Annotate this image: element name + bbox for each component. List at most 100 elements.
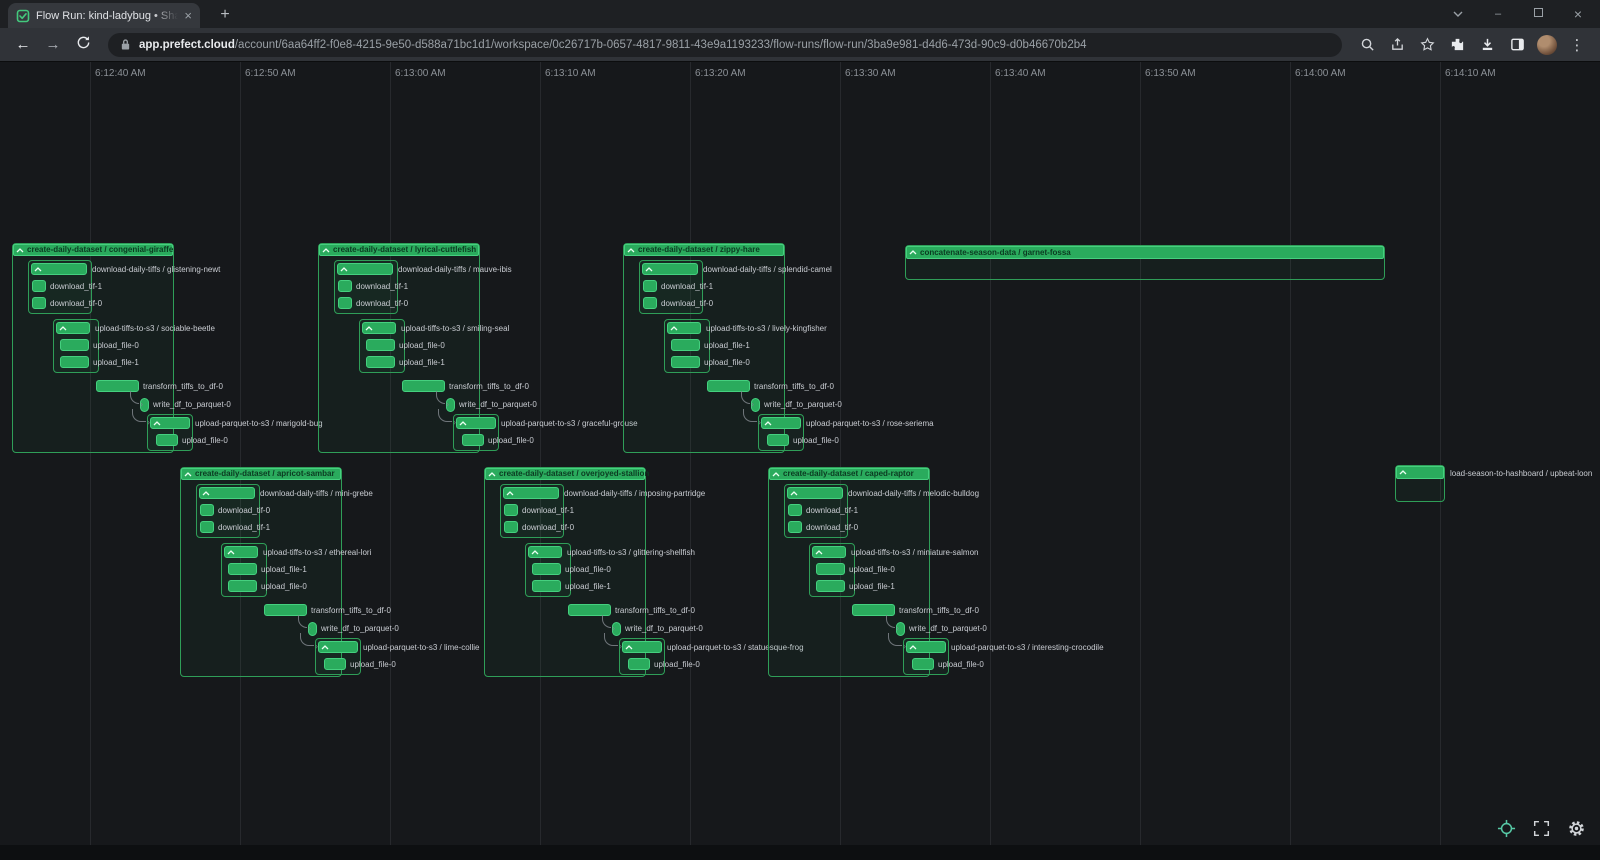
- subgroup-header-bar[interactable]: [31, 263, 87, 275]
- group-header-bar[interactable]: create-daily-dataset / apricot-sambar: [181, 468, 341, 480]
- task-bar[interactable]: [532, 580, 561, 592]
- subgroup-header-bar[interactable]: [199, 487, 255, 499]
- task-label: upload_file-0: [182, 437, 228, 445]
- task-run-group: create-daily-dataset / congenial-giraffe…: [12, 243, 174, 453]
- subgroup-header-bar[interactable]: [503, 487, 559, 499]
- minimize-button[interactable]: –: [1478, 0, 1518, 28]
- task-bar[interactable]: [228, 580, 257, 592]
- task-bar[interactable]: [643, 297, 657, 309]
- group-header-bar[interactable]: create-daily-dataset / zippy-hare: [624, 244, 784, 256]
- task-bar[interactable]: [643, 280, 657, 292]
- dependency-connector: [888, 633, 902, 646]
- reload-button[interactable]: [70, 35, 96, 54]
- subgroup-header-bar[interactable]: [150, 417, 190, 429]
- task-bar[interactable]: [324, 658, 346, 670]
- group-header-bar[interactable]: create-daily-dataset / overjoyed-stallio…: [485, 468, 645, 480]
- url-bar[interactable]: app.prefect.cloud/account/6aa64ff2-f0e8-…: [108, 33, 1342, 57]
- forward-button[interactable]: →: [40, 36, 66, 53]
- subgroup-header-bar[interactable]: [224, 546, 258, 558]
- task-bar[interactable]: [338, 297, 352, 309]
- share-icon[interactable]: [1384, 32, 1410, 58]
- subgroup-header-bar[interactable]: [337, 263, 393, 275]
- task-subgroup: download-daily-tiffs / splendid-cameldow…: [639, 260, 703, 314]
- task-bar[interactable]: [767, 434, 789, 446]
- task-bar[interactable]: [366, 339, 395, 351]
- gridline: [240, 62, 241, 845]
- task-subgroup: download-daily-tiffs / imposing-partridg…: [500, 484, 564, 538]
- task-bar[interactable]: [366, 356, 395, 368]
- side-panel-icon[interactable]: [1504, 32, 1530, 58]
- prefect-favicon-icon: [16, 9, 30, 23]
- subgroup-header-bar[interactable]: [318, 641, 358, 653]
- subgroup-header-bar[interactable]: [812, 546, 846, 558]
- task-bar[interactable]: [671, 356, 700, 368]
- task-bar[interactable]: [912, 658, 934, 670]
- new-tab-button[interactable]: +: [214, 4, 236, 26]
- task-subgroup: download-daily-tiffs / glistening-newtdo…: [28, 260, 92, 314]
- task-bar[interactable]: [532, 563, 561, 575]
- settings-gear-button[interactable]: [1566, 818, 1586, 838]
- task-bar[interactable]: [60, 356, 89, 368]
- task-bar[interactable]: [32, 280, 46, 292]
- group-label: create-daily-dataset / apricot-sambar: [195, 470, 335, 478]
- task-bar[interactable]: [788, 504, 802, 516]
- download-icon[interactable]: [1474, 32, 1500, 58]
- group-label: create-daily-dataset / overjoyed-stallio…: [499, 470, 649, 478]
- task-bar[interactable]: [200, 521, 214, 533]
- task-bar[interactable]: [156, 434, 178, 446]
- fullscreen-button[interactable]: [1531, 818, 1551, 838]
- task-bar[interactable]: [504, 504, 518, 516]
- tab-search-chevron-icon[interactable]: [1438, 0, 1478, 28]
- task-bar[interactable]: [32, 297, 46, 309]
- tab-close-icon[interactable]: ×: [184, 9, 192, 22]
- group-header-bar[interactable]: create-daily-dataset / congenial-giraffe: [13, 244, 173, 256]
- task-label: upload_file-1: [849, 583, 895, 591]
- task-bar[interactable]: [462, 434, 484, 446]
- task-bar[interactable]: [788, 521, 802, 533]
- task-bar[interactable]: [816, 563, 845, 575]
- browser-tab[interactable]: Flow Run: kind-ladybug • Shand ×: [8, 3, 200, 28]
- subgroup-header-bar[interactable]: [787, 487, 843, 499]
- extensions-puzzle-icon[interactable]: [1444, 32, 1470, 58]
- task-label: upload_file-1: [399, 359, 445, 367]
- task-label: upload_file-1: [261, 566, 307, 574]
- task-bar[interactable]: [504, 521, 518, 533]
- gridline: [390, 62, 391, 845]
- group-header-bar[interactable]: create-daily-dataset / lyrical-cuttlefis…: [319, 244, 479, 256]
- task-label: upload_file-0: [704, 359, 750, 367]
- subgroup-header-bar[interactable]: [456, 417, 496, 429]
- task-label: download_tif-0: [356, 300, 408, 308]
- task-bar[interactable]: [228, 563, 257, 575]
- task-bar[interactable]: [338, 280, 352, 292]
- subgroup-header-bar[interactable]: [667, 322, 701, 334]
- task-label: transform_tiffs_to_df-0: [615, 607, 695, 615]
- zoom-page-icon[interactable]: [1354, 32, 1380, 58]
- subgroup-header-bar[interactable]: [56, 322, 90, 334]
- task-bar[interactable]: [60, 339, 89, 351]
- maximize-button[interactable]: [1518, 0, 1558, 28]
- group-header-bar[interactable]: create-daily-dataset / caped-raptor: [769, 468, 929, 480]
- task-run-group: concatenate-season-data / garnet-fossa: [905, 245, 1385, 280]
- browser-menu-icon[interactable]: ⋮: [1564, 32, 1590, 58]
- group-header-bar[interactable]: concatenate-season-data / garnet-fossa: [906, 246, 1384, 259]
- back-button[interactable]: ←: [10, 36, 36, 53]
- subgroup-header-bar[interactable]: [528, 546, 562, 558]
- subgroup-header-bar[interactable]: [622, 641, 662, 653]
- subgroup-label: upload-tiffs-to-s3 / ethereal-lori: [263, 549, 371, 557]
- bookmark-star-icon[interactable]: [1414, 32, 1440, 58]
- subgroup-header-bar[interactable]: [761, 417, 801, 429]
- chevron-up-icon: [59, 326, 67, 331]
- task-bar[interactable]: [816, 580, 845, 592]
- group-header-bar[interactable]: [1396, 466, 1444, 479]
- subgroup-header-bar[interactable]: [642, 263, 698, 275]
- profile-avatar[interactable]: [1534, 32, 1560, 58]
- task-bar[interactable]: [628, 658, 650, 670]
- subgroup-header-bar[interactable]: [362, 322, 396, 334]
- subgroup-label: upload-parquet-to-s3 / interesting-croco…: [951, 644, 1104, 652]
- task-bar[interactable]: [671, 339, 700, 351]
- locate-crosshair-button[interactable]: [1496, 818, 1516, 838]
- task-label: upload_file-0: [261, 583, 307, 591]
- close-window-button[interactable]: ×: [1558, 0, 1598, 28]
- subgroup-header-bar[interactable]: [906, 641, 946, 653]
- task-bar[interactable]: [200, 504, 214, 516]
